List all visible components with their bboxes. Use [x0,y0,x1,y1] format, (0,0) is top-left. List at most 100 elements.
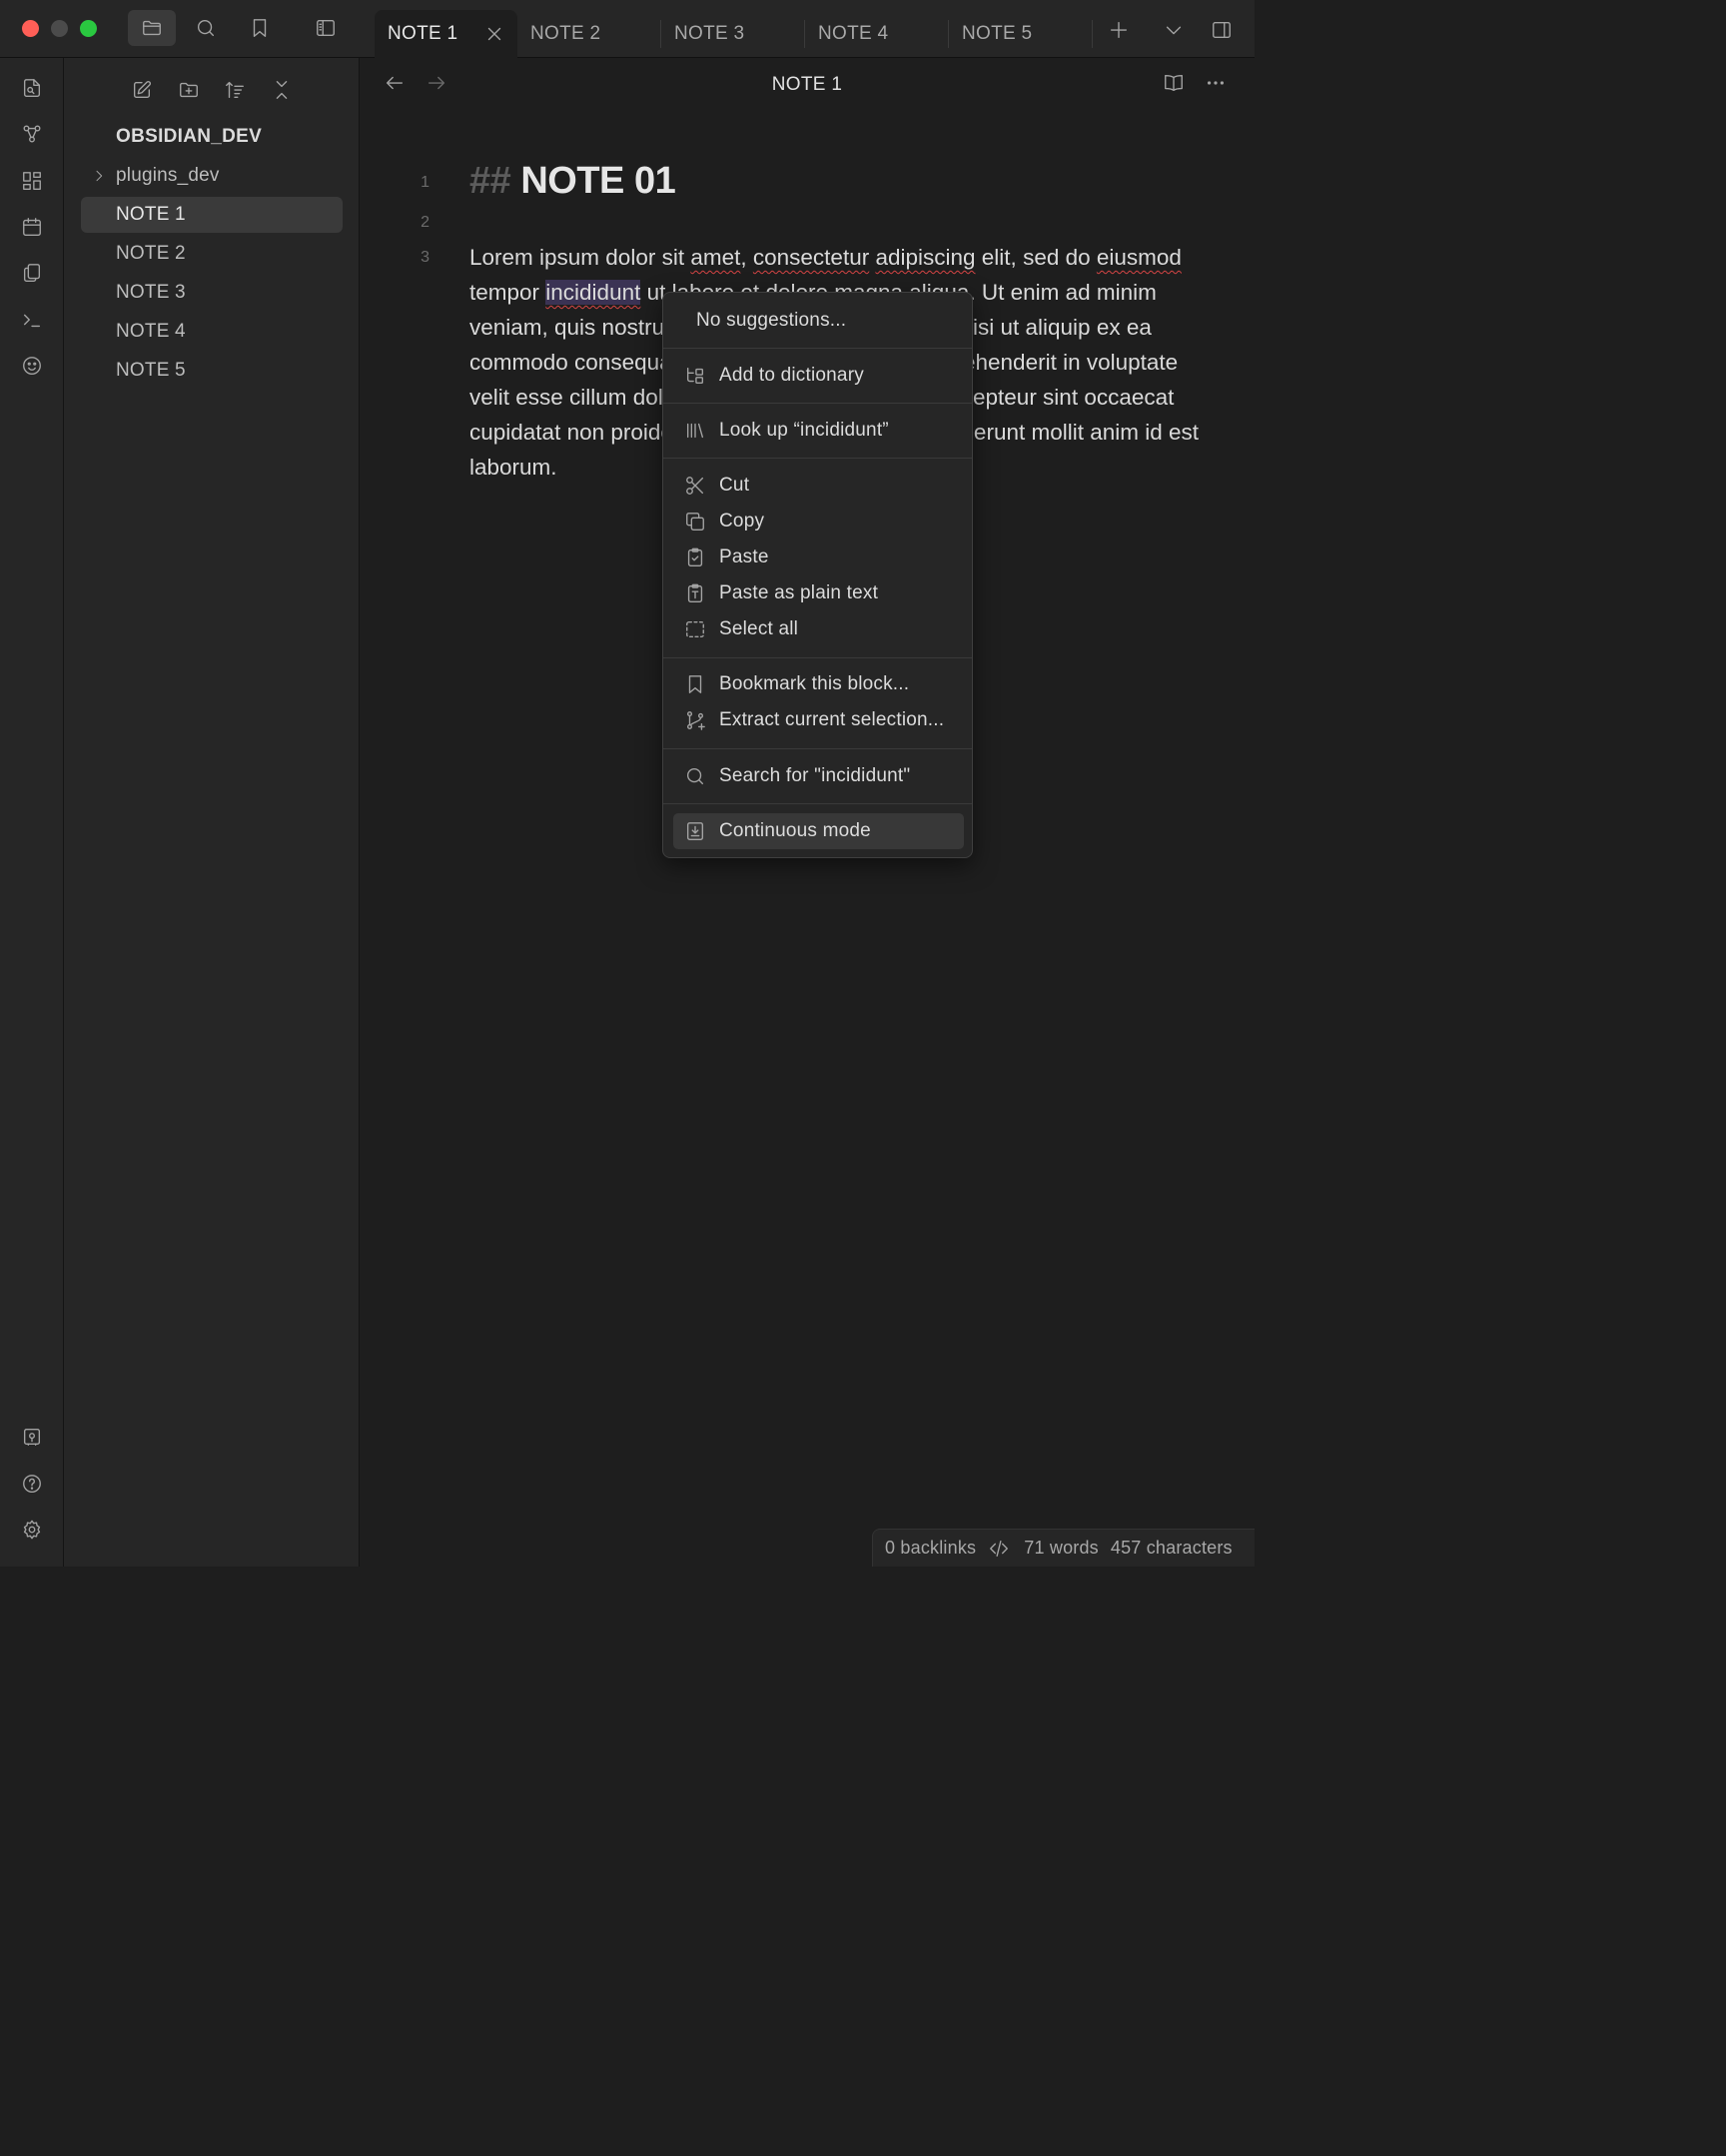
vault-switcher-icon [23,1428,41,1446]
note-heading[interactable]: ## NOTE 01 [469,160,676,203]
toggle-right-sidebar-button[interactable] [1202,12,1242,48]
tab-note-3[interactable]: NOTE 3 [661,10,804,58]
clipboard-check-icon [687,547,703,566]
vault-switcher-button[interactable] [15,1420,49,1454]
text-run: elit, sed do [975,245,1097,270]
bookmarks-button[interactable] [236,10,284,46]
file-note-1[interactable]: NOTE 1 [81,197,343,233]
menu-item-no-suggestions: No suggestions... [673,303,964,339]
ribbon [0,58,64,1567]
window-maximize-button[interactable] [80,20,97,37]
file-note-5[interactable]: NOTE 5 [81,353,343,389]
code-icon[interactable] [988,1538,1010,1560]
view-header: NOTE 1 [360,58,1255,114]
new-note-button[interactable] [126,74,158,106]
menu-item-cut[interactable]: Cut [673,468,964,504]
menu-item-label: No suggestions... [696,310,847,331]
menu-item-copy[interactable]: Copy [673,504,964,539]
tab-note-2[interactable]: NOTE 2 [517,10,660,58]
vault-name[interactable]: OBSIDIAN_DEV [116,126,262,148]
menu-item-label: Select all [719,618,799,639]
folder-plugins-dev[interactable]: plugins_dev [81,158,343,194]
title-bar: NOTE 1 NOTE 2 NOTE 3 NOTE 4 NOTE 5 [0,0,1255,58]
sidebar-toggle-icon [317,19,335,37]
file-note-2[interactable]: NOTE 2 [81,236,343,272]
view-title[interactable]: NOTE 1 [360,74,1255,96]
close-icon[interactable] [483,23,505,45]
menu-item-paste[interactable]: Paste [673,539,964,575]
misspelled-word[interactable]: adipiscing [875,245,975,270]
selected-word[interactable]: incididunt [545,280,641,305]
search-icon [686,767,704,785]
menu-item-look-up[interactable]: Look up “incididunt” [673,413,964,449]
new-tab-button[interactable] [1099,12,1139,48]
templates-icon [23,264,41,282]
menu-item-extract-selection[interactable]: Extract current selection... [673,702,964,738]
tab-list-button[interactable] [1154,12,1194,48]
status-bar: 0 backlinks 71 words 457 characters [872,1529,1255,1567]
misspelled-word[interactable]: consectetur [753,245,869,270]
help-button[interactable] [15,1467,49,1501]
file-explorer: OBSIDIAN_DEV plugins_dev NOTE 1 NOTE 2 N… [64,58,360,1567]
plus-icon [1110,21,1128,39]
tab-note-5[interactable]: NOTE 5 [949,10,1092,58]
menu-item-add-to-dictionary[interactable]: Add to dictionary [673,358,964,394]
quick-switcher-icon [23,79,41,97]
window-close-button[interactable] [22,20,39,37]
copy-icon [686,513,704,531]
menu-separator [663,458,972,459]
daily-note-icon [23,218,41,236]
menu-item-label: Bookmark this block... [719,673,910,694]
menu-item-label: Search for "incididunt" [719,765,911,786]
tab-divider [1092,20,1093,48]
menu-item-label: Extract current selection... [719,709,945,730]
settings-button[interactable] [15,1513,49,1547]
menu-item-search-for[interactable]: Search for "incididunt" [673,758,964,794]
menu-item-continuous-mode[interactable]: Continuous mode [673,813,964,849]
tab-note-1[interactable]: NOTE 1 [375,10,517,58]
audio-recorder-button[interactable] [15,349,49,383]
tab-label: NOTE 3 [674,23,745,44]
context-menu: No suggestions... Add to dictionary Look… [662,292,973,858]
menu-item-label: Paste [719,546,769,567]
file-note-4[interactable]: NOTE 4 [81,314,343,350]
misspelled-word[interactable]: eiusmod [1097,245,1182,270]
quick-switcher-button[interactable] [15,71,49,105]
file-note-3[interactable]: NOTE 3 [81,275,343,311]
character-count: 457 characters [1110,1538,1233,1558]
menu-item-bookmark-block[interactable]: Bookmark this block... [673,666,964,702]
sort-button[interactable] [219,74,251,106]
menu-item-label: Look up “incididunt” [719,420,889,441]
misspelled-word[interactable]: amet [690,245,740,270]
menu-item-label: Continuous mode [719,820,871,841]
collapse-all-button[interactable] [266,74,298,106]
book-open-icon[interactable] [1163,72,1185,94]
line-number: 2 [421,214,430,231]
text-run: , [740,245,753,270]
search-button[interactable] [182,10,230,46]
more-options-icon[interactable] [1205,72,1227,94]
templates-button[interactable] [15,256,49,290]
backlinks-count[interactable]: 0 backlinks [885,1538,976,1559]
tab-note-4[interactable]: NOTE 4 [805,10,948,58]
menu-item-select-all[interactable]: Select all [673,611,964,647]
settings-icon [23,1520,41,1540]
toggle-left-sidebar-button[interactable] [302,10,350,46]
canvas-button[interactable] [15,164,49,198]
menu-item-label: Add to dictionary [719,365,864,386]
scissors-icon [686,477,704,495]
new-note-icon [133,81,151,99]
daily-note-button[interactable] [15,210,49,244]
command-palette-button[interactable] [15,303,49,337]
file-label: NOTE 2 [116,243,186,264]
git-branch-plus-icon [686,711,705,730]
file-explorer-button[interactable] [128,10,176,46]
graph-view-button[interactable] [15,117,49,151]
window-minimize-button[interactable] [51,20,68,37]
menu-separator [663,803,972,804]
new-folder-button[interactable] [173,74,205,106]
collapse-all-icon [276,81,288,99]
audio-recorder-icon [23,357,41,375]
clipboard-type-icon [687,583,703,602]
menu-item-paste-plain[interactable]: Paste as plain text [673,575,964,611]
